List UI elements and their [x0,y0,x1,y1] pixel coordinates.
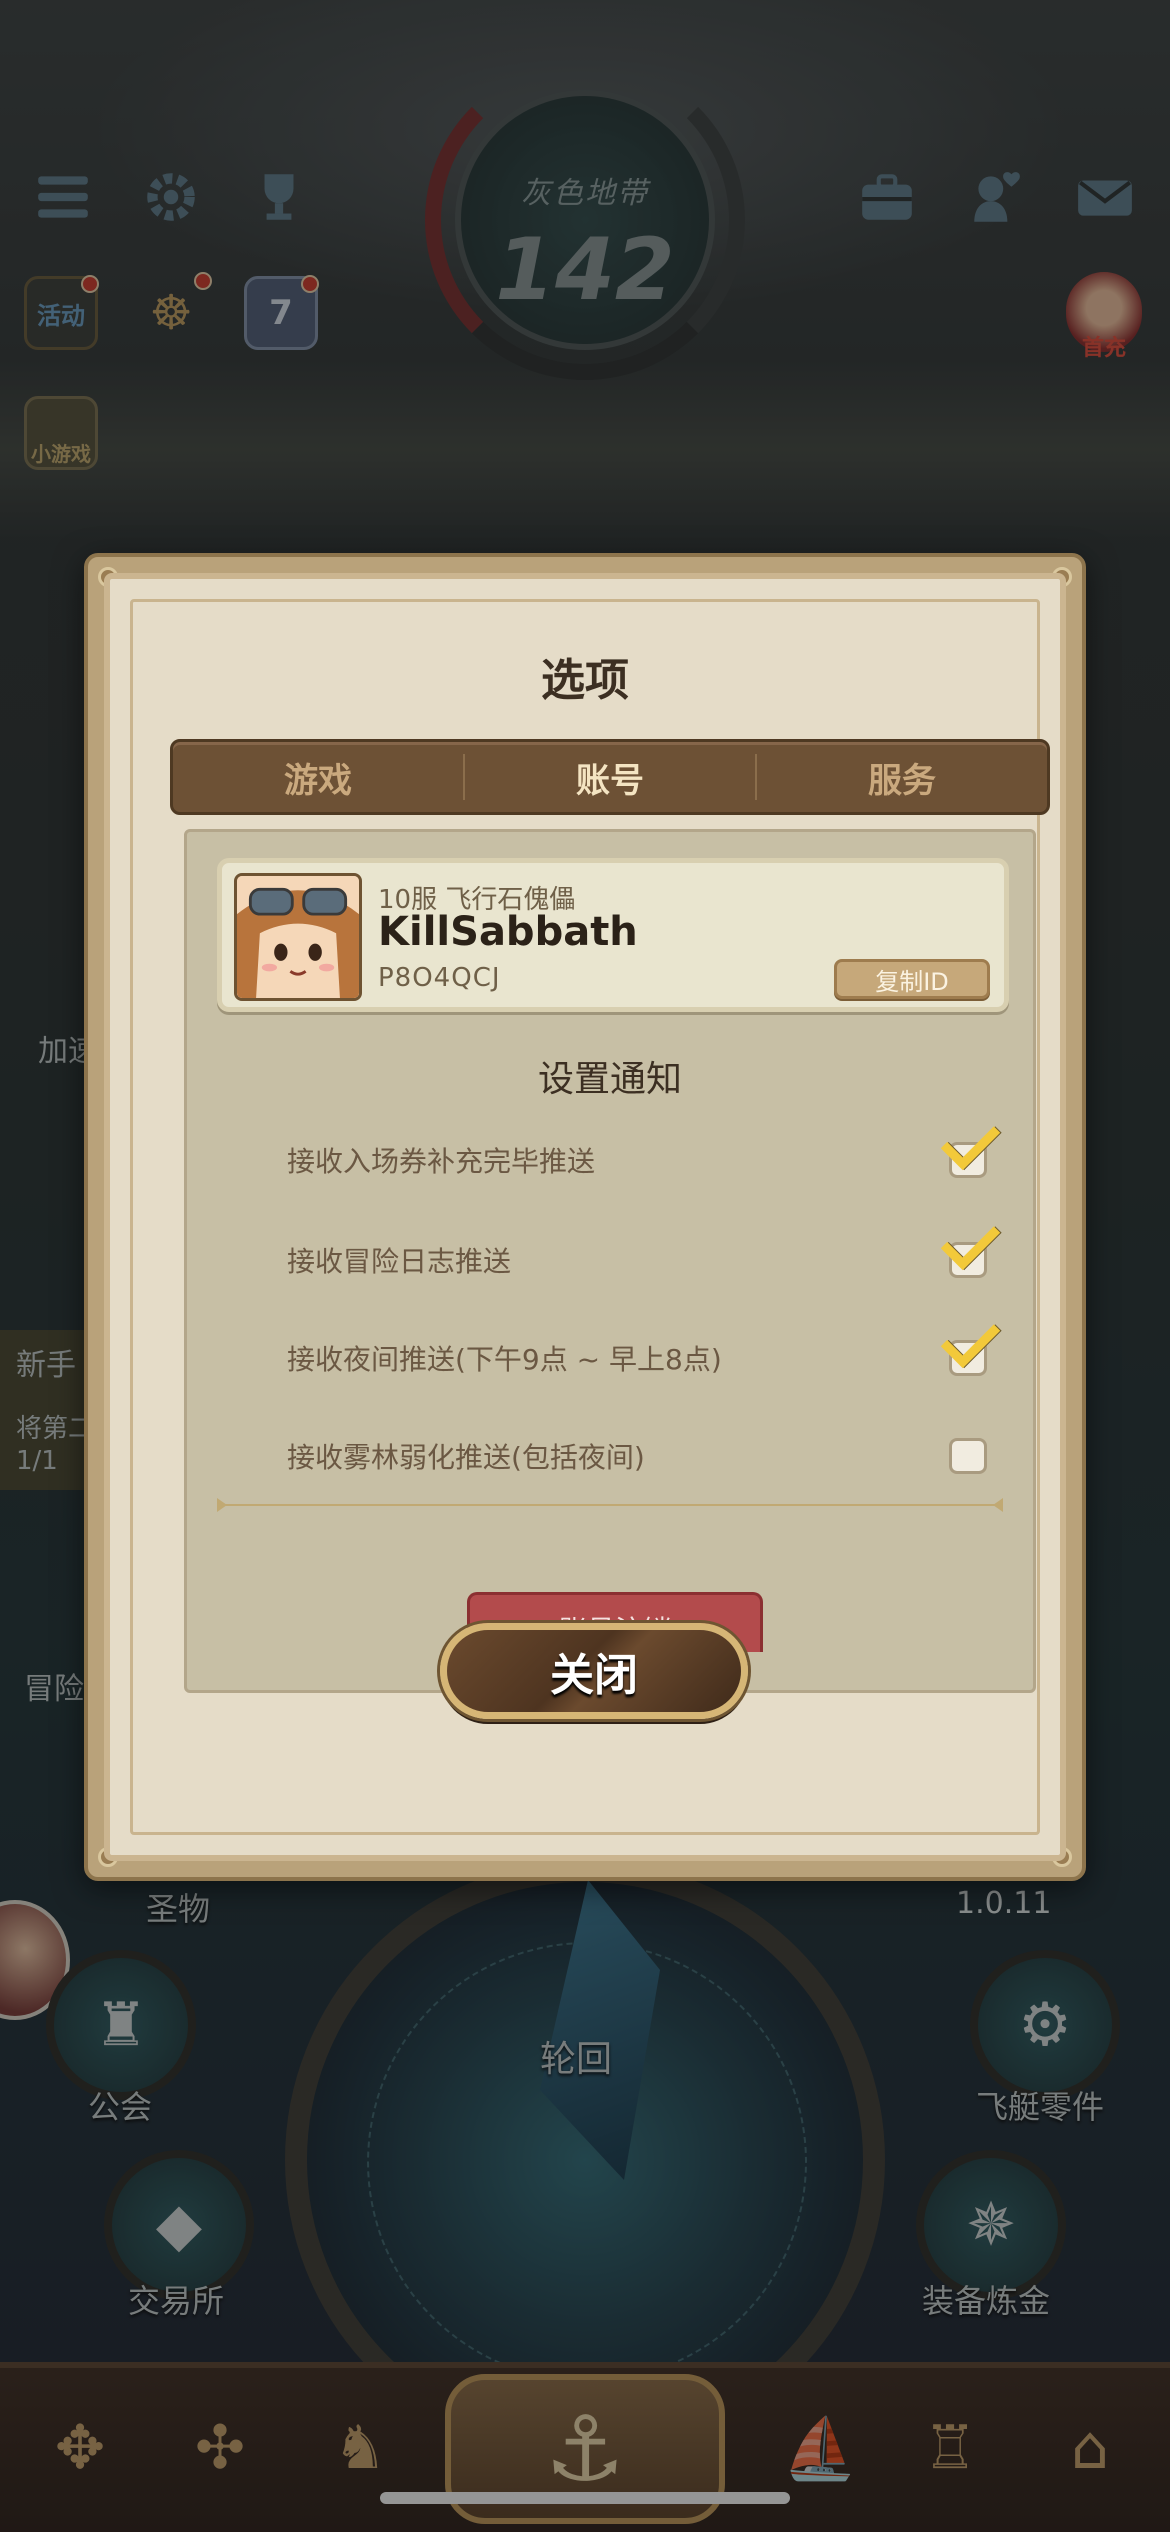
notification-settings-title: 设置通知 [537,1059,682,1100]
player-name: KillSabbath [378,909,638,955]
notify-row-fog-forest: 接收雾林弱化推送(包括夜间) [287,1426,987,1486]
notify-row-ticket: 接收入场券补充完毕推送 [287,1130,987,1190]
notify-label: 接收入场券补充完毕推送 [287,1145,596,1178]
notify-fog-forest-checkbox[interactable] [949,1438,987,1474]
tab-service[interactable]: 服务 [757,742,1047,812]
notify-label: 接收雾林弱化推送(包括夜间) [287,1441,645,1474]
notify-adventure-log-checkbox[interactable] [949,1242,987,1278]
tab-account[interactable]: 账号 [465,742,755,812]
avatar [234,873,362,1001]
divider [217,1498,1003,1512]
player-id: P8O4QCJ [378,963,501,993]
copy-id-button[interactable]: 复制ID [834,959,990,999]
tab-game[interactable]: 游戏 [173,742,463,812]
notify-label: 接收冒险日志推送 [287,1245,512,1278]
account-panel: 10服 飞行石傀儡 KillSabbath P8O4QCJ 复制ID 设置通知 … [184,829,1036,1693]
dialog-title: 选项 [541,655,629,706]
notify-row-night: 接收夜间推送(下午9点 ~ 早上8点) [287,1328,987,1388]
notify-row-adventure-log: 接收冒险日志推送 [287,1230,987,1290]
notify-label: 接收夜间推送(下午9点 ~ 早上8点) [287,1343,722,1376]
close-button[interactable]: 关闭 [440,1623,748,1719]
options-dialog: 选项 游戏 账号 服务 10服 飞行石傀儡 KillSabbath P8O4QC… [84,553,1086,1881]
notify-night-checkbox[interactable] [949,1340,987,1376]
options-tabs: 游戏 账号 服务 [170,739,1050,815]
notify-ticket-checkbox[interactable] [949,1142,987,1178]
dialog-body: 选项 游戏 账号 服务 10服 飞行石傀儡 KillSabbath P8O4QC… [104,573,1066,1861]
profile-card: 10服 飞行石傀儡 KillSabbath P8O4QCJ 复制ID [217,858,1009,1012]
